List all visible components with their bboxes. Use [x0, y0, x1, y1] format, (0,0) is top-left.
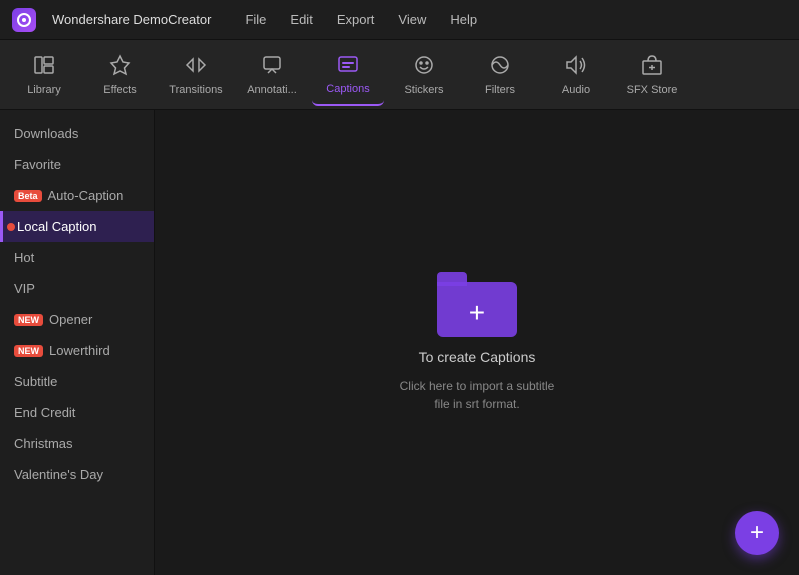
toolbar-library[interactable]: Library [8, 44, 80, 106]
badge-new: NEW [14, 314, 43, 326]
sidebar-label-opener: Opener [49, 312, 92, 327]
menu-bar: FileEditExportViewHelp [235, 8, 487, 31]
sidebar-label-vip: VIP [14, 281, 35, 296]
menu-item-edit[interactable]: Edit [280, 8, 322, 31]
toolbar-label-captions: Captions [326, 83, 369, 95]
menu-item-export[interactable]: Export [327, 8, 385, 31]
sidebar-label-subtitle: Subtitle [14, 374, 57, 389]
toolbar-label-audio: Audio [562, 84, 590, 96]
transitions-icon [185, 54, 207, 80]
sidebar-item-vip[interactable]: VIP [0, 273, 154, 304]
sidebar-label-end-credit: End Credit [14, 405, 75, 420]
library-icon [33, 54, 55, 80]
toolbar: Library Effects Transitions Annotati... … [0, 40, 799, 110]
title-bar: Wondershare DemoCreator FileEditExportVi… [0, 0, 799, 40]
import-zone[interactable]: + To create Captions Click here to impor… [400, 272, 555, 413]
sfx-store-icon [641, 54, 663, 80]
filters-icon [489, 54, 511, 80]
toolbar-label-library: Library [27, 84, 61, 96]
sidebar-item-opener[interactable]: NEW Opener [0, 304, 154, 335]
toolbar-label-stickers: Stickers [404, 84, 443, 96]
badge-beta: Beta [14, 190, 42, 202]
sidebar-label-hot: Hot [14, 250, 34, 265]
sidebar-item-downloads[interactable]: Downloads [0, 118, 154, 149]
toolbar-label-filters: Filters [485, 84, 515, 96]
sidebar-label-christmas: Christmas [14, 436, 73, 451]
sidebar-item-favorite[interactable]: Favorite [0, 149, 154, 180]
app-name: Wondershare DemoCreator [52, 12, 211, 27]
sidebar-item-auto-caption[interactable]: Beta Auto-Caption [0, 180, 154, 211]
sidebar-label-lowerthird: Lowerthird [49, 343, 110, 358]
toolbar-label-effects: Effects [103, 84, 136, 96]
app-logo [12, 8, 36, 32]
annotations-icon [261, 54, 283, 80]
sidebar-item-hot[interactable]: Hot [0, 242, 154, 273]
import-subtitle: Click here to import a subtitle file in … [400, 377, 555, 413]
toolbar-sfx-store[interactable]: SFX Store [616, 44, 688, 106]
import-title: To create Captions [419, 349, 536, 365]
toolbar-transitions[interactable]: Transitions [160, 44, 232, 106]
sidebar-item-christmas[interactable]: Christmas [0, 428, 154, 459]
fab-icon: + [750, 519, 764, 547]
toolbar-label-annotations: Annotati... [247, 84, 297, 96]
sidebar-label-auto-caption: Auto-Caption [48, 188, 124, 203]
sidebar-label-valentines-day: Valentine's Day [14, 467, 103, 482]
fab-button[interactable]: + [735, 511, 779, 555]
toolbar-stickers[interactable]: Stickers [388, 44, 460, 106]
sidebar-item-subtitle[interactable]: Subtitle [0, 366, 154, 397]
toolbar-audio[interactable]: Audio [540, 44, 612, 106]
toolbar-label-transitions: Transitions [169, 84, 222, 96]
notification-dot [7, 223, 15, 231]
badge-new: NEW [14, 345, 43, 357]
sidebar-item-valentines-day[interactable]: Valentine's Day [0, 459, 154, 490]
captions-icon [337, 53, 359, 79]
toolbar-filters[interactable]: Filters [464, 44, 536, 106]
effects-icon [109, 54, 131, 80]
audio-icon [565, 54, 587, 80]
main-layout: Downloads Favorite Beta Auto-Caption Local C… [0, 110, 799, 575]
menu-item-help[interactable]: Help [440, 8, 487, 31]
menu-item-file[interactable]: File [235, 8, 276, 31]
toolbar-effects[interactable]: Effects [84, 44, 156, 106]
toolbar-captions[interactable]: Captions [312, 44, 384, 106]
folder-icon: + [437, 272, 517, 337]
sidebar-item-end-credit[interactable]: End Credit [0, 397, 154, 428]
stickers-icon [413, 54, 435, 80]
content-area: + To create Captions Click here to impor… [155, 110, 799, 575]
menu-item-view[interactable]: View [388, 8, 436, 31]
sidebar-label-downloads: Downloads [14, 126, 78, 141]
sidebar-label-local-caption: Local Caption [17, 219, 97, 234]
toolbar-label-sfx-store: SFX Store [627, 84, 678, 96]
toolbar-annotations[interactable]: Annotati... [236, 44, 308, 106]
sidebar-label-favorite: Favorite [14, 157, 61, 172]
sidebar: Downloads Favorite Beta Auto-Caption Local C… [0, 110, 155, 575]
sidebar-item-lowerthird[interactable]: NEW Lowerthird [0, 335, 154, 366]
sidebar-item-local-caption[interactable]: Local Caption [0, 211, 154, 242]
